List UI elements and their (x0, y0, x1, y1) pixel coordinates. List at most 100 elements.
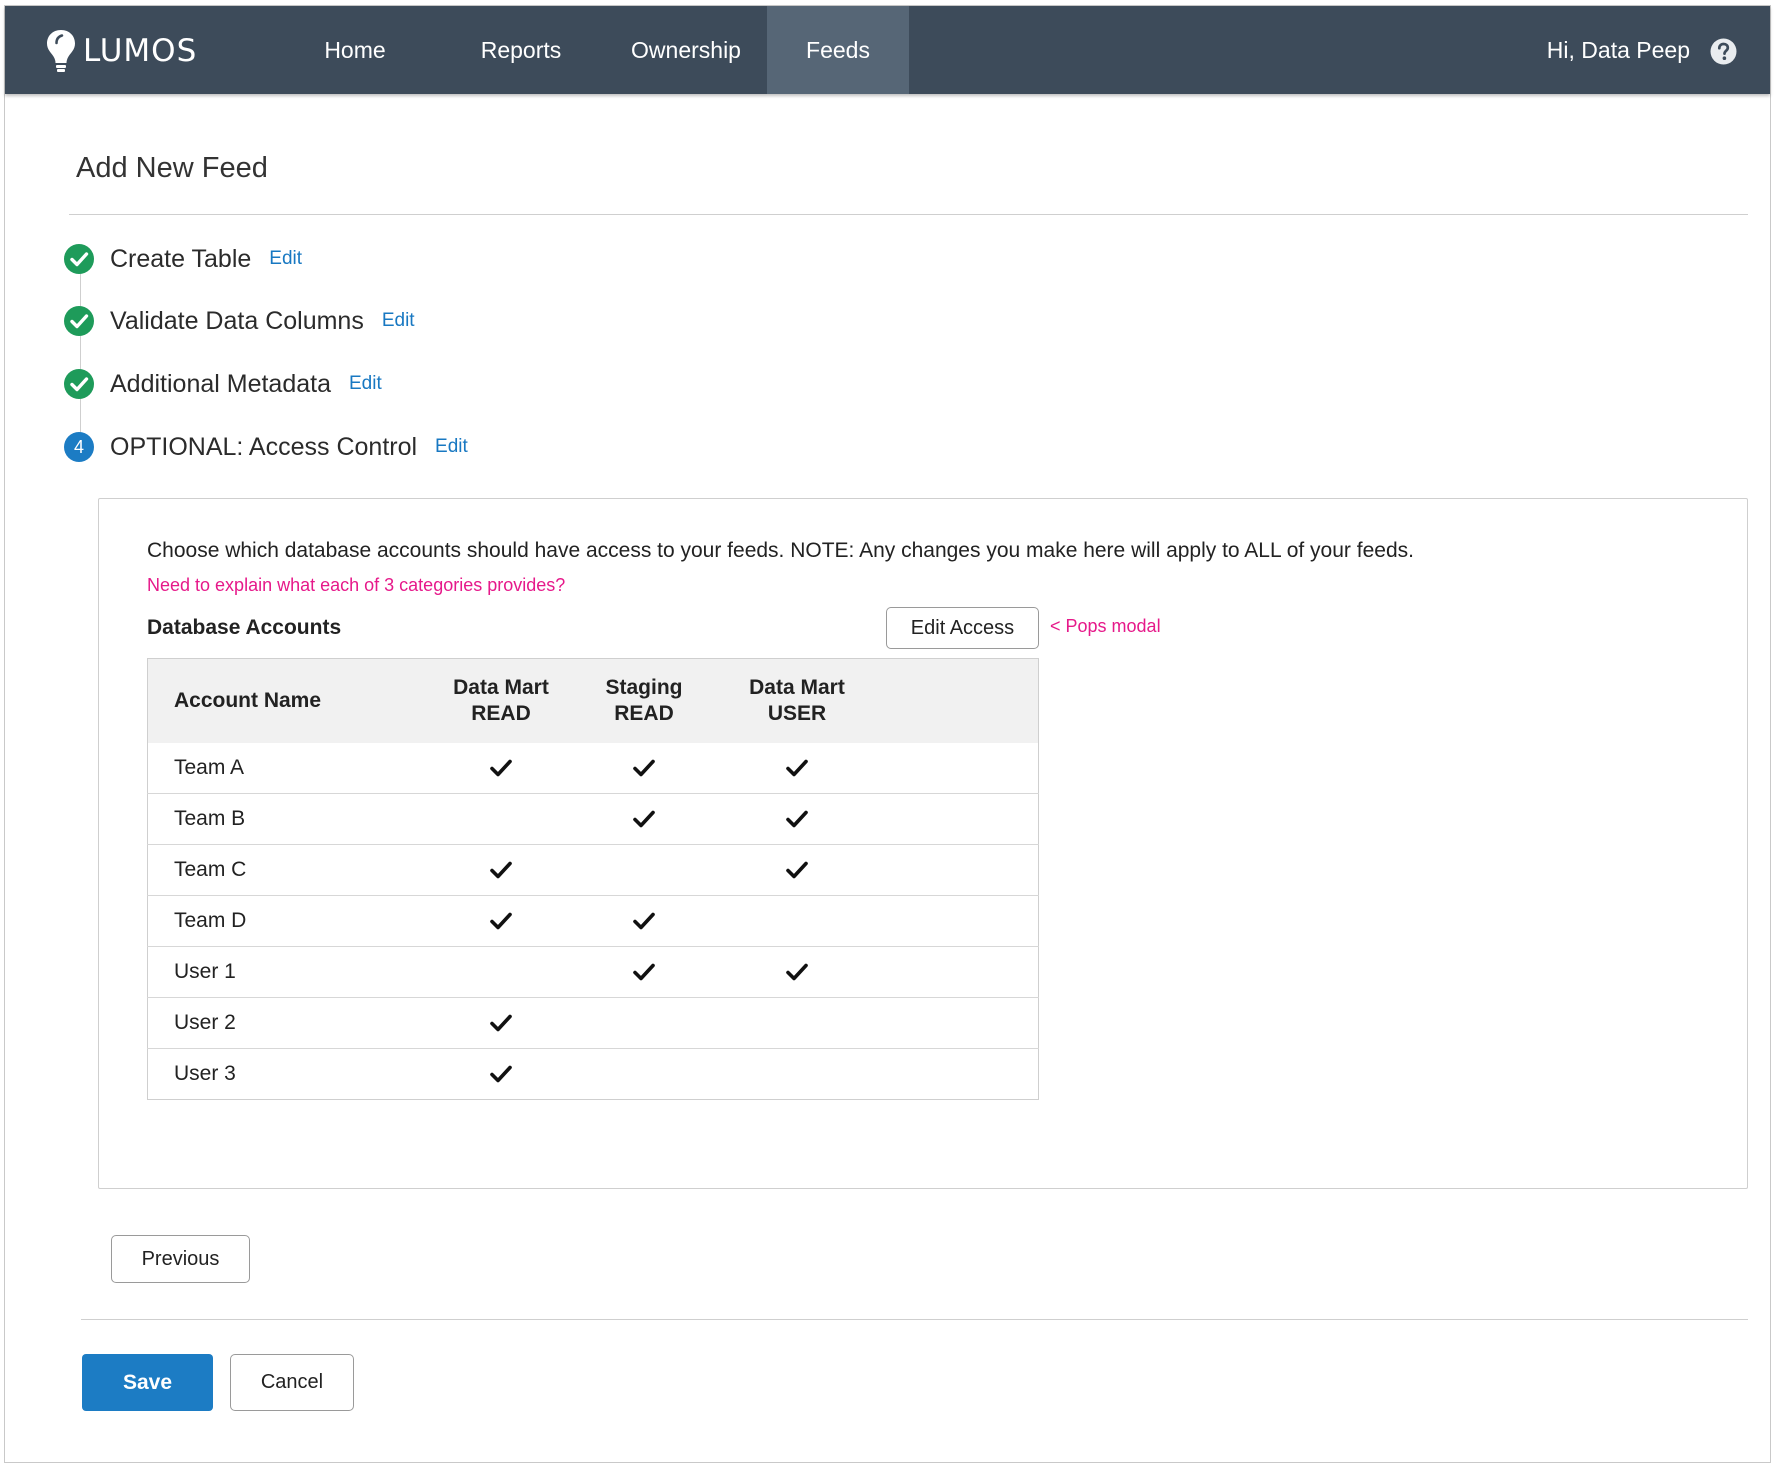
save-button[interactable]: Save (82, 1354, 213, 1411)
previous-button[interactable]: Previous (111, 1235, 250, 1283)
step-access-control: 4 OPTIONAL: Access Control Edit (63, 430, 468, 464)
edit-access-button[interactable]: Edit Access (886, 607, 1039, 649)
step-edit-link[interactable]: Edit (382, 310, 415, 332)
cancel-button[interactable]: Cancel (230, 1354, 354, 1411)
step-edit-link[interactable]: Edit (269, 248, 302, 270)
table-row[interactable]: User 1 (147, 946, 1039, 998)
checkmark-icon (490, 862, 512, 879)
design-note: Need to explain what each of 3 categorie… (147, 575, 566, 595)
nav-reports[interactable]: Reports (437, 6, 605, 94)
checkmark-icon (633, 811, 655, 828)
permission-cell-data-mart-read (428, 1049, 574, 1100)
page-title: Add New Feed (76, 152, 268, 184)
permission-cell-data-mart-read (428, 845, 574, 896)
checkmark-icon (490, 1066, 512, 1083)
checkmark-icon (633, 964, 655, 981)
permission-cell-data-mart-user (714, 743, 880, 794)
account-name-cell: Team D (174, 909, 247, 932)
table-row[interactable]: Team C (147, 844, 1039, 896)
header-line: USER (767, 701, 827, 725)
table-body: Team A Team B Team C Team D User 1 User 2 User… (147, 743, 1039, 1100)
permission-cell-data-mart-user (714, 896, 880, 947)
table-row[interactable]: Team A (148, 743, 1039, 794)
brand-name: LUMOS (83, 33, 198, 69)
step-edit-link[interactable]: Edit (349, 373, 382, 395)
step-validate-data-columns: Validate Data Columns Edit (63, 304, 415, 338)
checkmark-icon (490, 1015, 512, 1032)
permission-cell-staging-read (574, 896, 714, 947)
check-circle-icon (64, 369, 94, 399)
row-spacer (880, 845, 1039, 896)
header-staging-read[interactable]: Staging READ (574, 659, 714, 743)
checkmark-icon (490, 759, 512, 777)
permission-cell-data-mart-read (428, 947, 574, 998)
table-header-row: Account Name Data Mart READ Staging READ D… (147, 658, 1039, 743)
row-spacer (880, 743, 1039, 794)
account-name-cell: Team A (174, 755, 245, 779)
step-number: 4 (74, 437, 84, 457)
header-line: READ (471, 701, 531, 725)
account-name-cell: User 1 (174, 960, 236, 983)
nav-ownership[interactable]: Ownership (605, 6, 767, 94)
database-accounts-table: Account Name Data Mart READ Staging READ D… (147, 658, 1039, 1100)
step-edit-link[interactable]: Edit (435, 436, 468, 458)
checkmark-icon (786, 759, 808, 777)
check-circle-icon (64, 244, 94, 274)
account-name-cell: User 3 (174, 1062, 236, 1085)
header-account-name[interactable]: Account Name (148, 659, 429, 743)
permission-cell-data-mart-read (428, 998, 574, 1049)
row-spacer (880, 998, 1039, 1049)
header-line: Data Mart (453, 675, 549, 699)
table-row[interactable]: User 2 (147, 997, 1039, 1049)
header-spacer (880, 659, 1039, 743)
permission-cell-data-mart-user (714, 1049, 880, 1100)
step-label: Create Table (110, 244, 252, 273)
step-create-table: Create Table Edit (63, 242, 302, 276)
row-spacer (880, 947, 1039, 998)
help-icon[interactable] (1710, 38, 1737, 65)
step-number-badge: 4 (64, 432, 94, 462)
user-greeting[interactable]: Hi, Data Peep (1547, 6, 1690, 94)
database-accounts-heading: Database Accounts (147, 616, 342, 639)
permission-cell-data-mart-user (714, 845, 880, 896)
account-name-cell: User 2 (174, 1011, 236, 1034)
permission-cell-staging-read (574, 794, 714, 845)
header-line: Data Mart (749, 675, 845, 699)
checkmark-icon (633, 759, 655, 777)
stepper-connector (80, 268, 81, 446)
footer-divider (81, 1319, 1748, 1320)
permission-cell-staging-read (574, 845, 714, 896)
nav-home[interactable]: Home (273, 6, 437, 94)
table-row[interactable]: User 3 (147, 1048, 1039, 1100)
header-line: READ (614, 701, 674, 725)
step-label: Additional Metadata (110, 369, 331, 398)
header-data-mart-read[interactable]: Data Mart READ (428, 659, 574, 743)
permission-cell-staging-read (574, 743, 714, 794)
lightbulb-icon (47, 30, 75, 72)
row-spacer (880, 896, 1039, 947)
permission-cell-staging-read (574, 947, 714, 998)
table-row[interactable]: Team B (147, 793, 1039, 845)
step-label: OPTIONAL: Access Control (110, 432, 418, 461)
check-circle-icon (64, 306, 94, 336)
permission-cell-data-mart-user (714, 947, 880, 998)
top-navbar: LUMOS Home Reports Ownership Feeds Hi, D… (5, 6, 1770, 94)
header-data-mart-user[interactable]: Data Mart USER (714, 659, 880, 743)
step-label: Validate Data Columns (110, 306, 364, 335)
row-spacer (880, 794, 1039, 845)
brand-logo[interactable]: LUMOS (45, 28, 197, 74)
checkmark-icon (490, 913, 512, 930)
checkmark-icon (786, 964, 808, 981)
permission-cell-data-mart-user (714, 998, 880, 1049)
modal-annotation: < Pops modal (1050, 616, 1161, 636)
permission-cell-data-mart-read (428, 743, 574, 794)
account-name-cell: Team C (174, 858, 247, 881)
nav-feeds[interactable]: Feeds (767, 6, 909, 94)
checkmark-icon (633, 913, 655, 930)
app-window: LUMOS Home Reports Ownership Feeds Hi, D… (4, 5, 1771, 1463)
permission-cell-staging-read (574, 998, 714, 1049)
table-row[interactable]: Team D (147, 895, 1039, 947)
permission-cell-staging-read (574, 1049, 714, 1100)
permission-cell-data-mart-read (428, 794, 574, 845)
access-description: Choose which database accounts should ha… (147, 539, 1414, 562)
